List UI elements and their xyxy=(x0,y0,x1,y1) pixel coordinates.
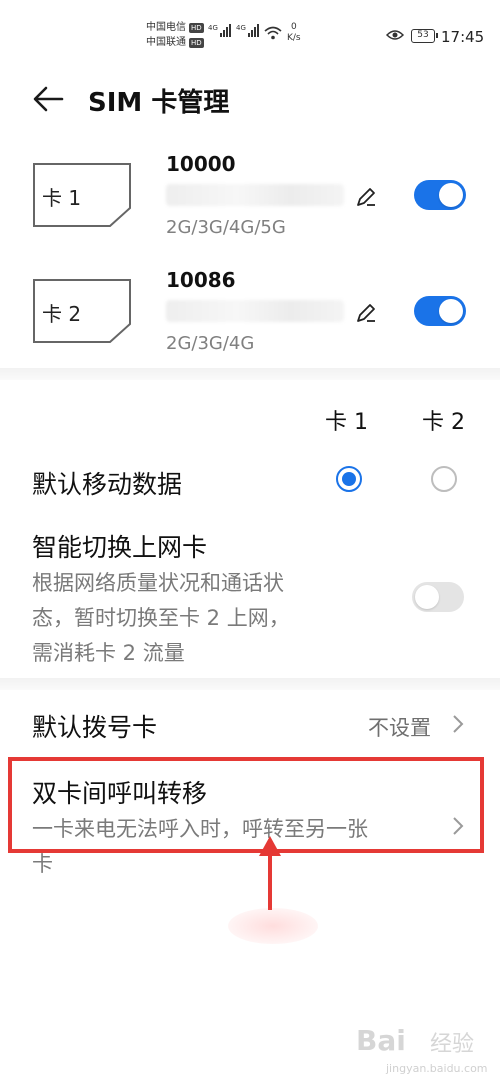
carrier-info: 中国电信 HD 中国联通 HD xyxy=(146,20,204,50)
signal-2-icon: 4G xyxy=(236,24,259,37)
section-divider xyxy=(0,368,500,380)
edit-pencil-icon[interactable] xyxy=(354,301,378,325)
wifi-icon xyxy=(264,26,282,40)
section-divider xyxy=(0,678,500,690)
sim-network-type: 2G/3G/4G/5G xyxy=(166,217,286,238)
baidu-watermark: Bai 经验 jingyan.baidu.com xyxy=(356,1020,496,1080)
carrier-2-name: 中国联通 xyxy=(146,37,186,48)
chevron-right-icon xyxy=(453,715,464,733)
sim-card-icon: 卡 2 xyxy=(32,278,132,344)
smart-switch-description: 根据网络质量状况和通话状 态，暂时切换至卡 2 上网， 需消耗卡 2 流量 xyxy=(32,571,290,665)
hd-badge: HD xyxy=(189,22,204,33)
carrier-1-name: 中国电信 xyxy=(146,22,186,33)
mobile-data-card-1-radio[interactable] xyxy=(336,466,362,492)
sim-card-1-row: 卡 1 10000 2G/3G/4G/5G xyxy=(0,150,500,262)
default-mobile-data-label: 默认移动数据 xyxy=(32,470,183,499)
default-dial-label: 默认拨号卡 xyxy=(32,713,158,742)
annotation-arrow-icon xyxy=(259,836,281,910)
sim-card-2-row: 卡 2 10086 2G/3G/4G xyxy=(0,266,500,378)
sim-card-label: 卡 2 xyxy=(42,302,82,326)
sim-number: 10000 xyxy=(166,152,236,176)
sim-1-enable-toggle[interactable] xyxy=(414,180,466,210)
smart-switch-title: 智能切换上网卡 xyxy=(32,533,208,562)
sim-phone-number-blurred xyxy=(166,300,344,322)
touch-glow xyxy=(228,908,318,944)
annotation-highlight-box xyxy=(8,757,484,853)
watermark-brand-cn: 经验 xyxy=(430,1032,475,1057)
battery-indicator: 53 xyxy=(411,29,438,43)
column-header-card-1: 卡 1 xyxy=(325,410,368,435)
hd-badge: HD xyxy=(189,37,204,48)
mobile-data-card-2-radio[interactable] xyxy=(431,466,457,492)
sim-card-label: 卡 1 xyxy=(42,186,82,210)
smart-switch-toggle[interactable] xyxy=(412,582,464,612)
page-title: SIM 卡管理 xyxy=(88,88,230,118)
column-header-card-2: 卡 2 xyxy=(422,410,465,435)
network-speed: 0 K/s xyxy=(287,22,301,43)
sim-network-type: 2G/3G/4G xyxy=(166,333,255,354)
status-bar: 中国电信 HD 中国联通 HD 4G 4G 0 K/s 53 17:45 xyxy=(0,0,500,60)
signal-1-icon: 4G xyxy=(208,24,231,37)
sim-card-icon: 卡 1 xyxy=(32,162,132,228)
eye-comfort-icon xyxy=(386,30,404,40)
clock: 17:45 xyxy=(441,28,485,46)
sim-number: 10086 xyxy=(166,268,236,292)
default-dial-row[interactable]: 默认拨号卡 不设置 xyxy=(0,694,500,754)
default-dial-value: 不设置 xyxy=(368,716,431,740)
back-arrow-icon[interactable] xyxy=(32,84,66,114)
edit-pencil-icon[interactable] xyxy=(354,185,378,209)
sim-2-enable-toggle[interactable] xyxy=(414,296,466,326)
watermark-url: jingyan.baidu.com xyxy=(386,1062,488,1075)
watermark-brand: Bai xyxy=(356,1024,406,1057)
sim-phone-number-blurred xyxy=(166,184,344,206)
